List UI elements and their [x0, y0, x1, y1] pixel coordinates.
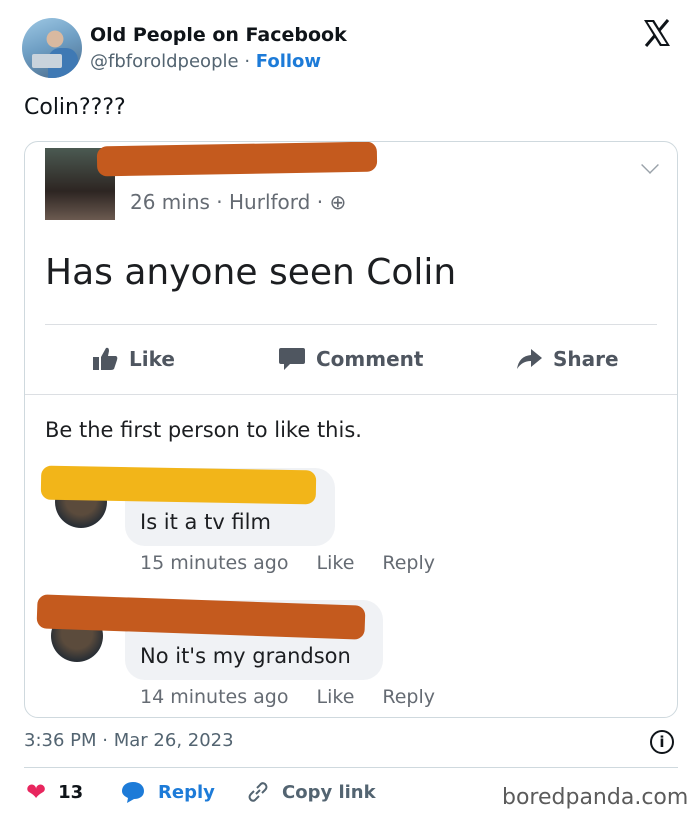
globe-icon: ⊕: [329, 190, 347, 214]
name-redaction: [96, 142, 378, 177]
share-icon: [517, 349, 542, 369]
tweet-header: Old People on Facebook @fbforoldpeople ·…: [22, 16, 682, 80]
comment-meta: 14 minutes ago Like Reply: [140, 686, 435, 708]
post-meta: 26 mins · Hurlford · ⊕: [130, 190, 346, 214]
copy-link-button[interactable]: Copy link: [246, 780, 376, 804]
comment-reply-link: Reply: [382, 686, 436, 708]
reply-bubble-icon: [122, 782, 144, 803]
link-icon: [248, 782, 268, 802]
comment-reply-link: Reply: [382, 552, 436, 574]
account-handle[interactable]: @fbforoldpeople: [90, 51, 239, 72]
like-label: Like: [129, 347, 175, 371]
copy-link-label: Copy link: [282, 781, 376, 803]
divider: [25, 394, 677, 395]
likes-summary: Be the first person to like this.: [45, 418, 362, 442]
watermark: boredpanda.com: [502, 785, 689, 810]
tweet-date: Mar 26, 2023: [113, 730, 234, 751]
like-action: Like: [91, 346, 175, 372]
post-meta-text: 26 mins · Hurlford ·: [130, 190, 330, 214]
post-text: Has anyone seen Colin: [45, 252, 457, 293]
share-action: Share: [515, 346, 619, 372]
account-avatar[interactable]: [22, 18, 82, 78]
account-name[interactable]: Old People on Facebook: [90, 24, 347, 46]
handle-separator: ·: [244, 51, 251, 72]
share-label: Share: [553, 347, 619, 371]
avatar-laptop: [32, 54, 62, 68]
divider: [45, 324, 657, 325]
comment-meta: 15 minutes ago Like Reply: [140, 552, 435, 574]
comment-text: Is it a tv film: [140, 510, 271, 534]
reply-label: Reply: [158, 781, 215, 803]
comment-action: Comment: [278, 346, 423, 372]
comment-like-link: Like: [316, 686, 355, 708]
heart-icon: ❤: [26, 778, 47, 806]
info-icon[interactable]: i: [650, 730, 674, 754]
comment-text: No it's my grandson: [140, 644, 351, 668]
comment-time: 15 minutes ago: [140, 552, 289, 574]
follow-button[interactable]: Follow: [256, 51, 321, 72]
commenter-name-redaction: [40, 465, 317, 505]
timestamp-separator: ·: [102, 730, 108, 751]
chevron-down-icon: [641, 156, 659, 174]
reply-button[interactable]: Reply: [120, 780, 215, 804]
embedded-screenshot[interactable]: 26 mins · Hurlford · ⊕ Has anyone seen C…: [24, 141, 678, 718]
comment-time: 14 minutes ago: [140, 686, 289, 708]
like-button[interactable]: ❤ 13: [26, 780, 83, 804]
comment-icon: [279, 348, 305, 370]
like-count: 13: [58, 781, 84, 803]
tweet-timestamp[interactable]: 3:36 PM · Mar 26, 2023: [24, 730, 234, 751]
divider: [24, 767, 678, 768]
comment-label: Comment: [316, 347, 424, 371]
comment-like-link: Like: [316, 552, 355, 574]
tweet-text: Colin????: [24, 95, 126, 120]
account-handle-row: @fbforoldpeople · Follow: [90, 51, 321, 72]
thumbs-up-icon: [93, 347, 118, 370]
tweet-time: 3:36 PM: [24, 730, 97, 751]
x-logo-icon[interactable]: [642, 18, 674, 50]
